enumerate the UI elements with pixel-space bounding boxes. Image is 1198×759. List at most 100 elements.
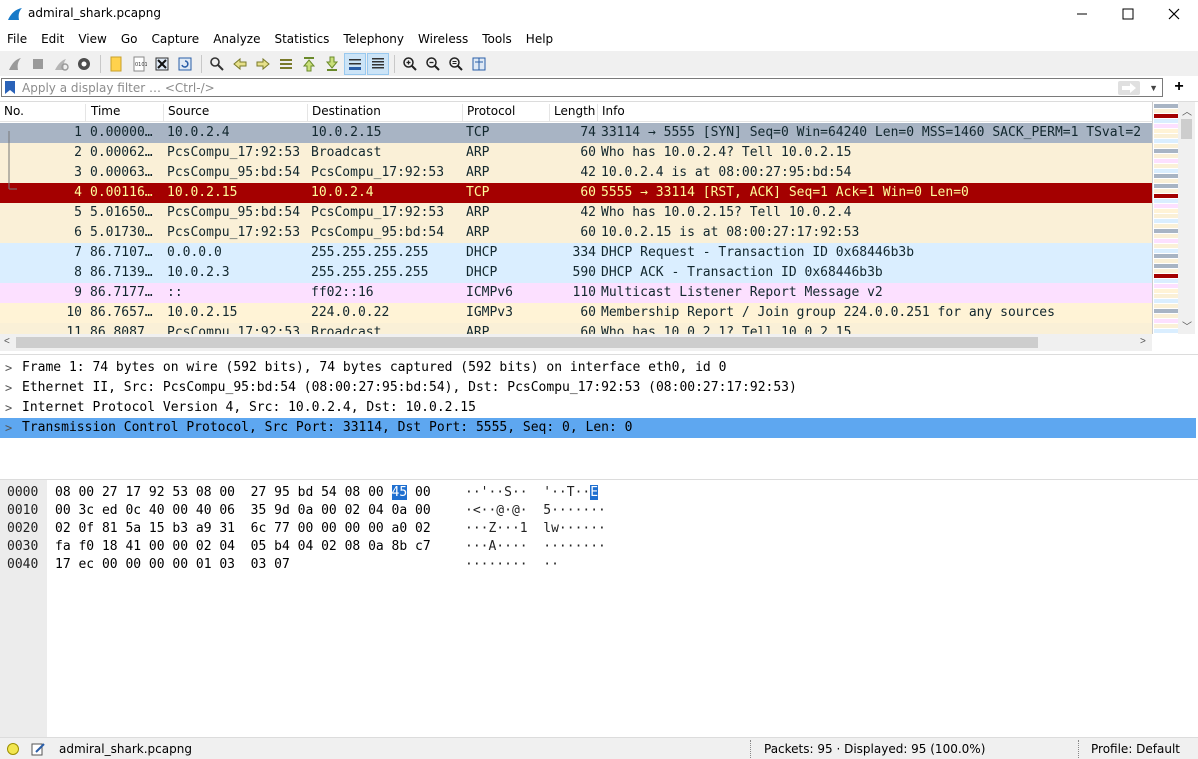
- packet-row[interactable]: 6 5.01730… PcsCompu_17:92:53 PcsCompu_95:bd…: [0, 223, 1152, 243]
- status-profile[interactable]: Profile: Default: [1091, 742, 1180, 756]
- stop-capture-button[interactable]: [27, 53, 49, 75]
- column-header-info[interactable]: Info: [598, 104, 1168, 121]
- menu-wireless[interactable]: Wireless: [411, 30, 475, 50]
- maximize-icon: [1122, 8, 1134, 20]
- expert-info-icon[interactable]: [7, 743, 19, 755]
- expand-chevron-icon[interactable]: >: [5, 358, 12, 378]
- scroll-left-icon[interactable]: <: [4, 336, 10, 347]
- packet-row[interactable]: 3 0.00063… PcsCompu_95:bd:54 PcsCompu_17:92…: [0, 163, 1152, 183]
- autoscroll-button[interactable]: [344, 52, 366, 75]
- packet-cell-info: 10.0.2.4 is at 08:00:27:95:bd:54: [601, 165, 852, 180]
- expand-chevron-icon[interactable]: >: [5, 418, 12, 438]
- menu-file[interactable]: File: [0, 30, 34, 50]
- packet-row[interactable]: 10 86.7657… 10.0.2.15 224.0.0.22 IGMPv3 60 Mem…: [0, 303, 1152, 323]
- details-tree-item[interactable]: > Transmission Control Protocol, Src Port…: [0, 418, 1196, 438]
- display-filter-input[interactable]: Apply a display filter … <Ctrl-/> ▼: [1, 78, 1163, 97]
- menu-capture[interactable]: Capture: [144, 30, 206, 50]
- minimize-button[interactable]: [1059, 0, 1105, 28]
- packet-row[interactable]: 7 86.7107… 0.0.0.0 255.255.255.255 DHCP 334 DH…: [0, 243, 1152, 263]
- ascii-chars: ··'··S·· '··T··: [465, 485, 591, 500]
- packet-cell-proto: TCP: [466, 185, 490, 200]
- save-file-button[interactable]: 0101: [128, 53, 150, 75]
- restart-capture-button[interactable]: [50, 53, 72, 75]
- close-file-button[interactable]: [151, 53, 173, 75]
- packet-row[interactable]: 1 0.00000… 10.0.2.4 10.0.2.15 TCP 74 33114 → 5…: [0, 123, 1152, 143]
- bookmark-icon[interactable]: [4, 81, 16, 94]
- normal-size-button[interactable]: [445, 53, 467, 75]
- reload-file-button[interactable]: [174, 53, 196, 75]
- packet-row[interactable]: 5 5.01650… PcsCompu_95:bd:54 PcsCompu_17:92…: [0, 203, 1152, 223]
- resize-columns-button[interactable]: [468, 53, 490, 75]
- scroll-up-icon[interactable]: ︿: [1182, 103, 1192, 118]
- packet-cell-time: 0.00062…: [90, 145, 153, 160]
- apply-filter-button[interactable]: [1118, 81, 1140, 95]
- bytes-ascii[interactable]: ········ ··: [465, 556, 559, 574]
- bytes-ascii[interactable]: ···Z···1 lw······: [465, 520, 606, 538]
- column-header-no[interactable]: No.: [0, 104, 86, 121]
- start-capture-button[interactable]: [4, 53, 26, 75]
- bytes-ascii[interactable]: ···A···· ········: [465, 538, 606, 556]
- packet-cell-proto: ARP: [466, 145, 490, 160]
- colorize-button[interactable]: [367, 52, 389, 75]
- details-tree-item[interactable]: > Ethernet II, Src: PcsCompu_95:bd:54 (08…: [0, 378, 1196, 398]
- bytes-hex[interactable]: 00 3c ed 0c 40 00 40 06 35 9d 0a 00 02 0…: [55, 502, 431, 520]
- packet-row[interactable]: 4 0.00116… 10.0.2.15 10.0.2.4 TCP 60 5555 → 33…: [0, 183, 1152, 203]
- scroll-right-icon[interactable]: >: [1140, 336, 1146, 347]
- menu-statistics[interactable]: Statistics: [267, 30, 336, 50]
- zoom-out-button[interactable]: [422, 53, 444, 75]
- menu-edit[interactable]: Edit: [34, 30, 71, 50]
- go-to-packet-button[interactable]: [275, 53, 297, 75]
- details-tree-item[interactable]: > Internet Protocol Version 4, Src: 10.0.…: [0, 398, 1196, 418]
- bytes-hex[interactable]: fa f0 18 41 00 00 02 04 05 b4 04 02 08 0…: [55, 538, 431, 556]
- column-header-destination[interactable]: Destination: [308, 104, 463, 121]
- zoom-out-icon: [426, 56, 440, 71]
- menu-telephony[interactable]: Telephony: [336, 30, 411, 50]
- expand-chevron-icon[interactable]: >: [5, 378, 12, 398]
- hex-bytes: 00: [407, 485, 431, 500]
- packet-row[interactable]: 2 0.00062… PcsCompu_17:92:53 Broadcast ARP 60…: [0, 143, 1152, 163]
- open-file-button[interactable]: [105, 53, 127, 75]
- packet-minimap[interactable]: [1152, 102, 1178, 334]
- minimap-stripe: [1154, 124, 1178, 128]
- chevron-down-icon[interactable]: ▼: [1149, 83, 1158, 93]
- menu-analyze[interactable]: Analyze: [206, 30, 267, 50]
- packet-row[interactable]: 8 86.7139… 10.0.2.3 255.255.255.255 DHCP 590 D…: [0, 263, 1152, 283]
- column-header-source[interactable]: Source: [164, 104, 308, 121]
- bytes-hex[interactable]: 08 00 27 17 92 53 08 00 27 95 bd 54 08 0…: [55, 484, 431, 502]
- menu-view[interactable]: View: [71, 30, 113, 50]
- packet-cell-no: 6: [74, 225, 82, 240]
- capture-comment-icon[interactable]: [30, 741, 46, 757]
- scroll-down-icon[interactable]: ﹀: [1182, 318, 1192, 333]
- last-packet-button[interactable]: [321, 53, 343, 75]
- minimap-stripe: [1154, 184, 1178, 188]
- go-back-button[interactable]: [229, 53, 251, 75]
- column-header-length[interactable]: Length: [550, 104, 598, 121]
- go-forward-button[interactable]: [252, 53, 274, 75]
- capture-options-button[interactable]: [73, 53, 95, 75]
- packet-list-vscroll[interactable]: ︿ ﹀: [1178, 102, 1195, 334]
- maximize-button[interactable]: [1105, 0, 1151, 28]
- details-tree-item[interactable]: > Frame 1: 74 bytes on wire (592 bits), 7…: [0, 358, 1196, 378]
- vscroll-thumb[interactable]: [1181, 119, 1192, 139]
- expand-chevron-icon[interactable]: >: [5, 398, 12, 418]
- packet-list-hscroll[interactable]: < >: [0, 334, 1152, 351]
- close-button[interactable]: [1151, 0, 1197, 28]
- add-filter-button[interactable]: +: [1168, 78, 1190, 96]
- bytes-ascii[interactable]: ·<··@·@· 5·······: [465, 502, 606, 520]
- column-header-time[interactable]: Time: [87, 104, 164, 121]
- bytes-ascii[interactable]: ··'··S·· '··T··E: [465, 484, 599, 502]
- bytes-hex[interactable]: 02 0f 81 5a 15 b3 a9 31 6c 77 00 00 00 0…: [55, 520, 431, 538]
- menu-go[interactable]: Go: [114, 30, 145, 50]
- zoom-in-button[interactable]: [399, 53, 421, 75]
- find-packet-button[interactable]: [206, 53, 228, 75]
- hscroll-thumb[interactable]: [16, 337, 1038, 348]
- bytes-hex[interactable]: 17 ec 00 00 00 00 01 03 03 07: [55, 556, 290, 574]
- packet-row[interactable]: 9 86.7177…:: ff02::16 ICMPv6 110 Multicast Li…: [0, 283, 1152, 303]
- ascii-chars: ···A···· ········: [465, 539, 606, 554]
- menu-help[interactable]: Help: [519, 30, 560, 50]
- column-header-protocol[interactable]: Protocol: [463, 104, 550, 121]
- menu-tools[interactable]: Tools: [475, 30, 519, 50]
- first-packet-button[interactable]: [298, 53, 320, 75]
- packet-cell-no: 8: [74, 265, 82, 280]
- bytes-row: 0030 fa f0 18 41 00 00 02 04 05 b4 04 02 …: [0, 538, 700, 556]
